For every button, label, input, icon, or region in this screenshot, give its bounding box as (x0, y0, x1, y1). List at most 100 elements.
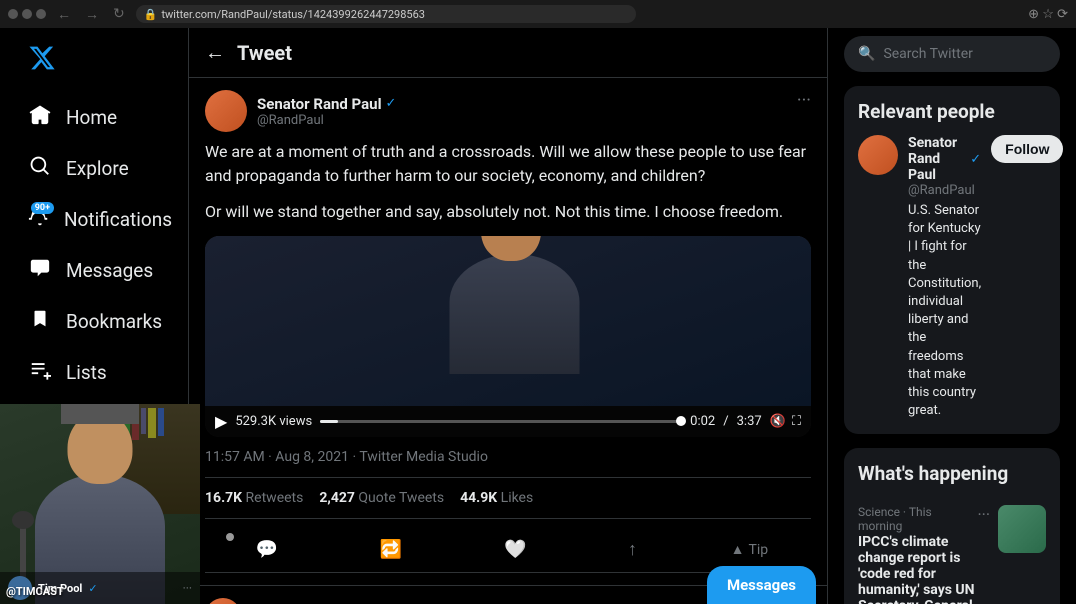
retweets-count: 16.7K (205, 490, 242, 506)
explore-icon (28, 155, 52, 182)
video-icon-controls[interactable]: 🔇 ⛶ (770, 414, 801, 429)
view-count: 529.3K views (235, 414, 312, 429)
messages-bottom-bar[interactable]: Messages (707, 566, 816, 604)
sidebar-item-home[interactable]: Home (16, 94, 176, 141)
relevant-people-section: Relevant people Senator Rand Paul ✓ @Ran… (844, 86, 1060, 434)
url-text: twitter.com/RandPaul/status/142439926244… (161, 8, 425, 21)
tip-icon: ▲ (731, 541, 745, 558)
video-time-separator: / (723, 414, 728, 429)
browser-chrome: ← → ↻ 🔒 twitter.com/RandPaul/status/1424… (0, 0, 1076, 28)
tweet-time: 11:57 AM · Aug 8, 2021 (205, 449, 349, 465)
quote-tweets-count: 2,427 (319, 490, 355, 506)
video-time-current: 0:02 (690, 414, 715, 429)
video-time-total: 3:37 (737, 414, 762, 429)
url-bar[interactable]: 🔒 twitter.com/RandPaul/status/1424399262… (136, 5, 636, 23)
explore-label: Explore (66, 157, 129, 180)
retweet-action-button[interactable]: 🔁 (372, 531, 410, 568)
like-action-button[interactable]: 🤍 (496, 531, 534, 568)
webcam-verified: ✓ (88, 582, 97, 595)
retweets-stat[interactable]: 16.7K Retweets (205, 490, 303, 506)
tweet-header: ← Tweet (189, 28, 827, 78)
video-controls[interactable]: ▶ 529.3K views 0:02 / 3:37 🔇 ⛶ (205, 406, 811, 437)
sidebar-item-explore[interactable]: Explore (16, 145, 176, 192)
tweet-stats: 16.7K Retweets 2,427 Quote Tweets 44.9K … (205, 477, 811, 519)
sidebar-item-bookmarks[interactable]: Bookmarks (16, 298, 176, 345)
play-button[interactable]: ▶ (215, 412, 227, 431)
relevant-people-title: Relevant people (858, 100, 1046, 123)
reply-avatar (205, 598, 241, 604)
relevant-person-verified: ✓ (970, 152, 981, 167)
author-details: Senator Rand Paul ✓ @RandPaul (257, 95, 396, 128)
lists-icon (28, 359, 52, 386)
back-arrow[interactable]: ← (205, 40, 225, 65)
relevant-person-info: Senator Rand Paul ✓ @RandPaul U.S. Senat… (908, 135, 981, 420)
tweet-text-1: We are at a moment of truth and a crossr… (205, 140, 811, 188)
forward-button[interactable]: → (82, 6, 102, 23)
likes-count: 44.9K (460, 490, 497, 506)
quote-tweets-label: Quote Tweets (358, 490, 444, 506)
likes-label: Likes (501, 490, 534, 506)
maximize-btn[interactable] (36, 9, 46, 19)
whats-happening-title: What's happening (858, 462, 1046, 485)
follow-button[interactable]: Follow (991, 135, 1063, 163)
video-progress-bar (320, 420, 338, 423)
twitter-logo[interactable] (16, 36, 176, 86)
fullscreen-icon[interactable]: ⛶ (792, 414, 801, 429)
tweet-meta: 11:57 AM · Aug 8, 2021 · Twitter Media S… (205, 449, 811, 465)
relevant-person-card: Senator Rand Paul ✓ @RandPaul U.S. Senat… (858, 135, 1046, 420)
lists-label: Lists (66, 361, 107, 384)
search-bar[interactable]: 🔍 Search Twitter (844, 36, 1060, 72)
window-controls (8, 9, 46, 19)
share-action-button[interactable]: ↑ (620, 531, 645, 568)
search-placeholder: Search Twitter (883, 46, 972, 62)
webcam-more[interactable]: ··· (183, 581, 192, 595)
tweet-more-button[interactable]: ··· (797, 90, 811, 111)
reply-action-button[interactable]: 💬 (248, 531, 286, 568)
twitter-main-feed: ← Tweet Senator Rand Paul ✓ @RandPaul ··… (188, 28, 828, 604)
relevant-person-name[interactable]: Senator Rand Paul (908, 135, 967, 183)
tip-button[interactable]: ▲ Tip (731, 531, 768, 568)
close-btn[interactable] (8, 9, 18, 19)
retweets-label: Retweets (246, 490, 304, 506)
quote-tweets-stat[interactable]: 2,427 Quote Tweets (319, 490, 444, 506)
tweet-video-player[interactable]: ▶ 529.3K views 0:02 / 3:37 🔇 ⛶ (205, 236, 811, 437)
whats-happening-section: What's happening Science · This morning … (844, 448, 1060, 604)
search-icon: 🔍 (858, 46, 875, 62)
browser-right-controls: ⊕ ☆ ⟳ (1028, 7, 1068, 22)
trend-category: Science · This morning (858, 505, 977, 533)
bookmarks-icon (28, 308, 52, 335)
tweet-text-2: Or will we stand together and say, absol… (205, 200, 811, 224)
main-content: Tim Pool ✓ ··· @TIMCAST Home Explore 90+ (0, 28, 1076, 604)
twitter-right-sidebar: 🔍 Search Twitter Relevant people Senator… (828, 28, 1076, 604)
trend-info: Science · This morning IPCC's climate ch… (858, 505, 977, 604)
notifications-badge: 90+ (31, 202, 54, 214)
likes-stat[interactable]: 44.9K Likes (460, 490, 533, 506)
sidebar-item-notifications[interactable]: 90+ Notifications (16, 196, 176, 243)
mute-icon[interactable]: 🔇 (770, 414, 786, 429)
relevant-person-handle[interactable]: @RandPaul (908, 183, 981, 198)
author-handle[interactable]: @RandPaul (257, 113, 396, 128)
trend-image-climate (998, 505, 1046, 553)
trend-more-button[interactable]: ··· (977, 505, 990, 524)
video-scrubber[interactable] (676, 416, 686, 426)
messages-label: Messages (66, 259, 153, 282)
sidebar-item-messages[interactable]: Messages (16, 247, 176, 294)
back-button[interactable]: ← (54, 6, 74, 23)
video-timeline[interactable] (320, 420, 682, 423)
author-verified-badge: ✓ (386, 96, 397, 111)
trend-item-climate[interactable]: Science · This morning IPCC's climate ch… (858, 497, 1046, 604)
trend-name: IPCC's climate change report is 'code re… (858, 534, 977, 604)
minimize-btn[interactable] (22, 9, 32, 19)
sidebar-item-lists[interactable]: Lists (16, 349, 176, 396)
author-name[interactable]: Senator Rand Paul (257, 95, 382, 113)
refresh-button[interactable]: ↻ (110, 6, 128, 22)
author-avatar (205, 90, 247, 132)
tweet-page-title: Tweet (237, 41, 292, 65)
home-icon (28, 104, 52, 131)
tweet-content-area: Senator Rand Paul ✓ @RandPaul ··· We are… (189, 78, 827, 586)
tip-label: Tip (749, 542, 769, 558)
webcam-channel-label: @TIMCAST (6, 585, 64, 598)
tweet-source[interactable]: Twitter Media Studio (359, 449, 488, 465)
bookmarks-label: Bookmarks (66, 310, 162, 333)
tweet-author-info: Senator Rand Paul ✓ @RandPaul (205, 90, 396, 132)
